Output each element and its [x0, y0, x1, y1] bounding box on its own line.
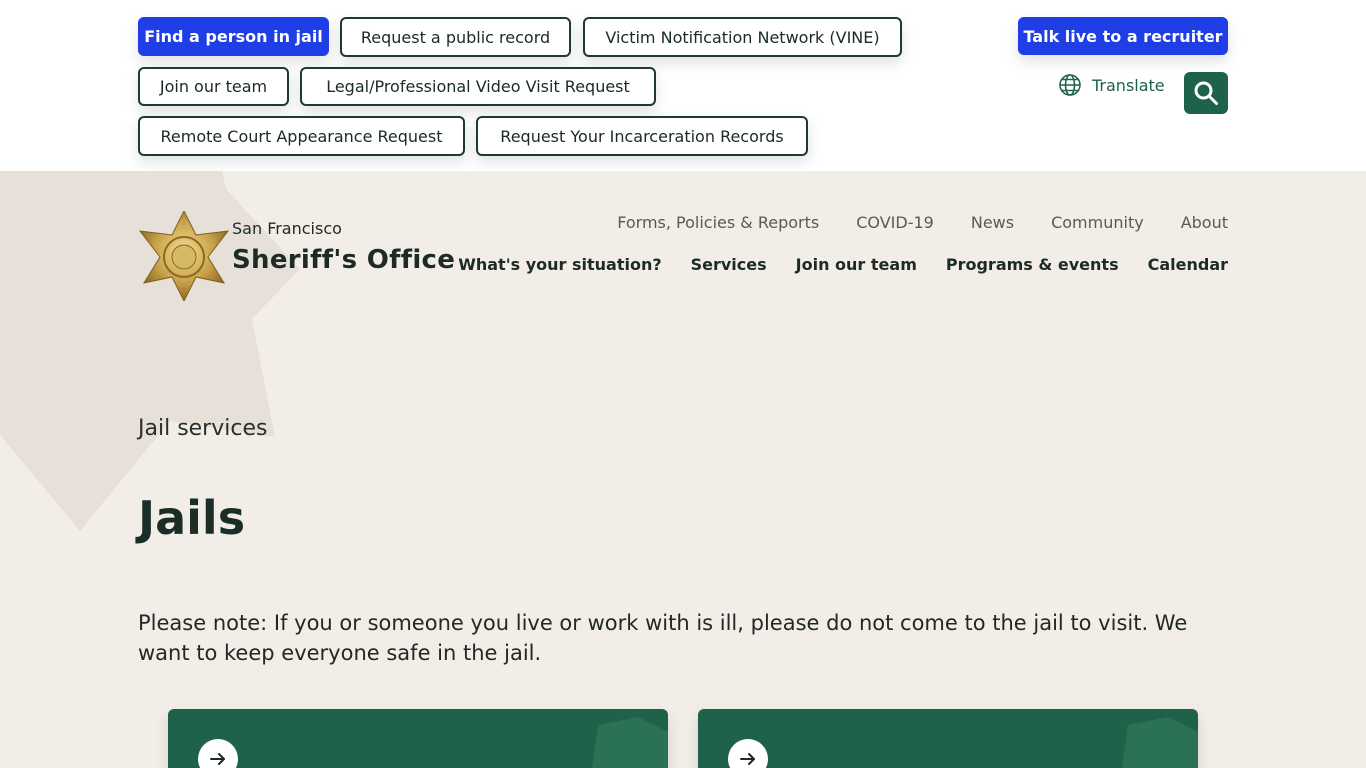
card-star-icon [1122, 717, 1198, 768]
service-card-1[interactable] [168, 709, 668, 768]
vine-button[interactable]: Victim Notification Network (VINE) [583, 17, 902, 57]
main-nav-calendar[interactable]: Calendar [1148, 255, 1228, 274]
arrow-right-icon [728, 739, 768, 768]
secondary-nav-about[interactable]: About [1181, 213, 1228, 232]
logo-subtitle: San Francisco [232, 219, 342, 238]
service-card-2[interactable] [698, 709, 1198, 768]
main-nav-programs[interactable]: Programs & events [946, 255, 1119, 274]
main-nav-services[interactable]: Services [691, 255, 767, 274]
remote-court-button[interactable]: Remote Court Appearance Request [138, 116, 465, 156]
breadcrumb[interactable]: Jail services [138, 416, 267, 441]
search-icon [1194, 81, 1218, 105]
public-record-button[interactable]: Request a public record [340, 17, 571, 57]
main-nav-join-team[interactable]: Join our team [796, 255, 917, 274]
globe-icon [1059, 74, 1081, 96]
translate-button[interactable]: Translate [1058, 72, 1165, 98]
search-button[interactable] [1184, 72, 1228, 114]
recruiter-button[interactable]: Talk live to a recruiter [1018, 17, 1228, 55]
main-nav-situation[interactable]: What's your situation? [458, 255, 661, 274]
join-team-button[interactable]: Join our team [138, 67, 289, 106]
hero-section: San Francisco Sheriff's Office Forms, Po… [0, 171, 1366, 768]
secondary-nav-forms[interactable]: Forms, Policies & Reports [617, 213, 819, 232]
incarceration-records-button[interactable]: Request Your Incarceration Records [476, 116, 808, 156]
video-visit-button[interactable]: Legal/Professional Video Visit Request [300, 67, 656, 106]
utility-bar: Find a person in jail Request a public r… [0, 0, 1366, 171]
translate-label: Translate [1092, 75, 1165, 95]
main-nav: What's your situation? Services Join our… [458, 255, 1228, 274]
sheriff-badge-logo[interactable] [138, 211, 230, 301]
secondary-nav-news[interactable]: News [971, 213, 1014, 232]
page-title: Jails [138, 491, 246, 545]
arrow-right-icon [198, 739, 238, 768]
notice-text: Please note: If you or someone you live … [138, 611, 1188, 665]
find-person-button[interactable]: Find a person in jail [138, 17, 329, 56]
secondary-nav-covid[interactable]: COVID-19 [856, 213, 934, 232]
secondary-nav-community[interactable]: Community [1051, 213, 1144, 232]
card-star-icon [592, 717, 668, 768]
logo-title[interactable]: Sheriff's Office [232, 245, 455, 275]
secondary-nav: Forms, Policies & Reports COVID-19 News … [617, 213, 1228, 232]
